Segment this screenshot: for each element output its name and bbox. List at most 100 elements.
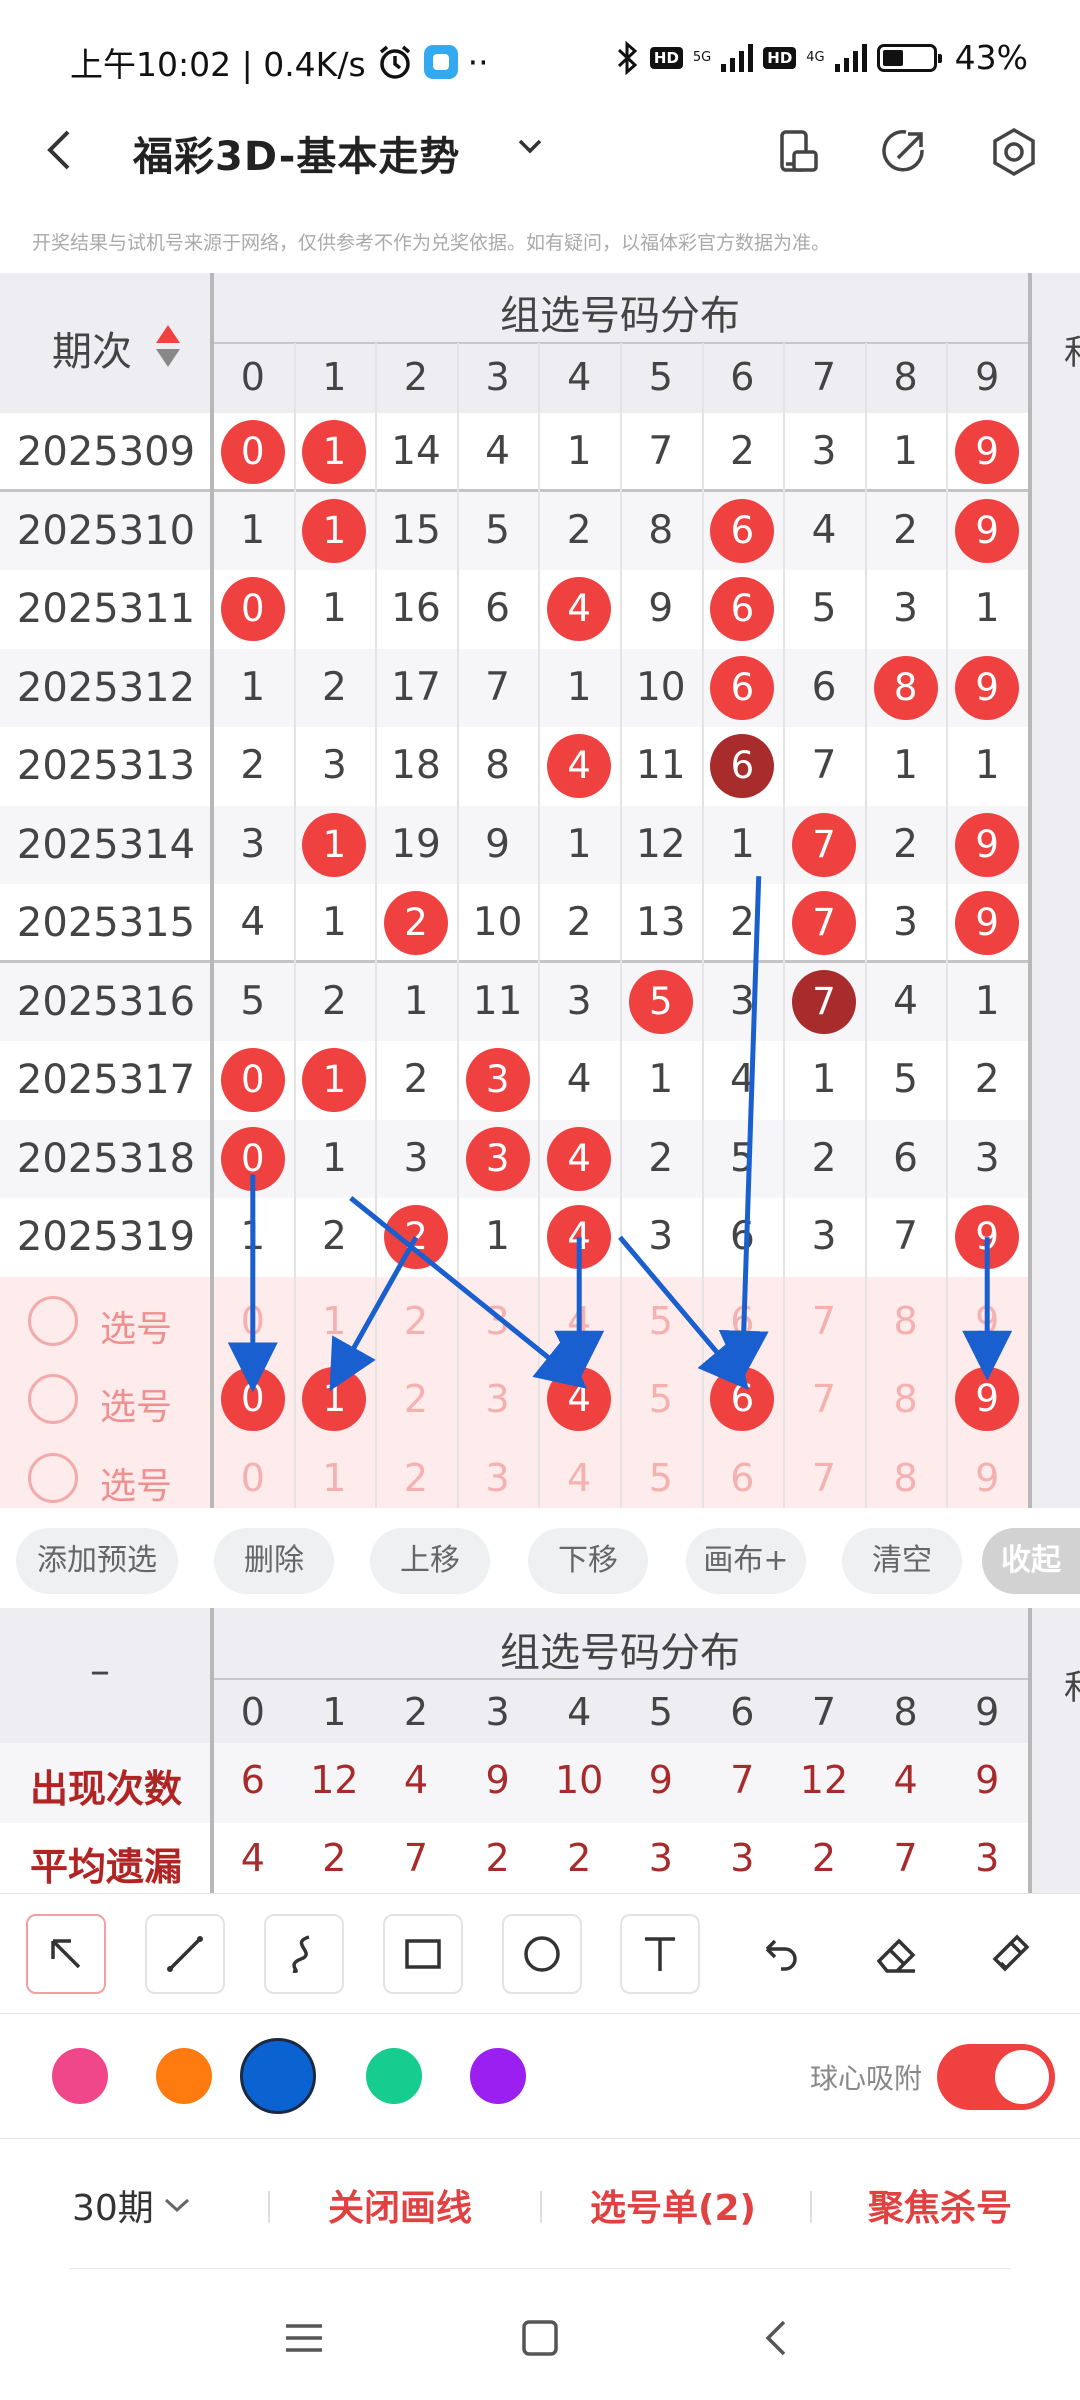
color-swatch[interactable] (240, 2038, 316, 2114)
stats-next-column-stub (1032, 1608, 1080, 1893)
stats-value: 10 (555, 1758, 604, 1802)
selection-toolbar: 添加预选 删除 上移 下移 画布+ 清空 收起 (0, 1508, 1080, 1608)
undo-icon (765, 1939, 797, 1971)
period-count-select[interactable]: 30期 (72, 2179, 194, 2231)
home-icon (522, 2320, 558, 2356)
undo-button[interactable] (738, 1914, 818, 1994)
stats-value: 4 (240, 1836, 265, 1880)
menu-icon (286, 2324, 322, 2352)
text-tool-icon (645, 1937, 675, 1971)
period-count-value: 30期 (72, 2188, 154, 2229)
title-dropdown[interactable] (512, 128, 548, 173)
clear-drawing-button[interactable] (972, 1914, 1052, 1994)
toolbar-button-4[interactable]: 画布+ (686, 1528, 806, 1594)
color-swatch[interactable] (52, 2048, 108, 2104)
line-tool-button[interactable] (145, 1914, 225, 1994)
stats-value: 9 (975, 1758, 1000, 1802)
alarm-icon (379, 45, 410, 79)
drawing-toolbar (0, 1893, 1080, 2013)
signal-icon (834, 43, 867, 72)
rectangle-tool-icon (405, 1939, 441, 1969)
color-swatch[interactable] (470, 2048, 526, 2104)
stats-digit-header: 8 (893, 1690, 918, 1734)
share-icon (882, 130, 924, 172)
eraser-button[interactable] (856, 1914, 936, 1994)
toolbar-button-3[interactable]: 下移 (528, 1528, 648, 1594)
text-tool-button[interactable] (620, 1914, 700, 1994)
stats-value: 6 (240, 1758, 265, 1802)
stats-value: 12 (799, 1758, 849, 1802)
bluetooth-icon (617, 40, 638, 75)
chevron-left-icon (47, 130, 70, 170)
home-button[interactable] (510, 2308, 570, 2368)
toolbar-button-5[interactable]: 清空 (842, 1528, 962, 1594)
curve-tool-icon (292, 1935, 310, 1974)
stats-header-divider (212, 1678, 1028, 1680)
rectangle-tool-button[interactable] (383, 1914, 463, 1994)
battery-level (882, 49, 904, 66)
stats-value: 12 (310, 1758, 359, 1802)
signal-icon (721, 43, 754, 72)
color-swatch[interactable] (156, 2048, 212, 2104)
stats-digit-header: 1 (322, 1690, 347, 1734)
stats-value: 4 (893, 1758, 918, 1802)
more-notifications: ·· (467, 42, 489, 82)
stats-value: 2 (567, 1836, 592, 1880)
stats-digit-header: 7 (811, 1690, 837, 1734)
status-time: 上午10:02 | 0.4K/s (70, 45, 366, 84)
eraser-icon (876, 1938, 916, 1973)
selection-list-button[interactable]: 选号单(2) (590, 2179, 756, 2231)
stats-value: 7 (730, 1758, 755, 1802)
chevron-down-icon (164, 2198, 189, 2213)
stats-digit-header: 6 (730, 1690, 755, 1734)
close-lines-button[interactable]: 关闭画线 (328, 2179, 472, 2231)
drawn-arrow[interactable] (618, 1235, 749, 1391)
stats-value: 9 (485, 1758, 510, 1802)
settings-icon (993, 127, 1035, 177)
snap-toggle[interactable] (937, 2044, 1055, 2110)
toolbar-button-2[interactable]: 上移 (370, 1528, 490, 1594)
focus-kill-button[interactable]: 聚焦杀号 (868, 2179, 1012, 2231)
color-swatch[interactable] (366, 2048, 422, 2104)
drawn-arrow[interactable] (718, 876, 769, 1381)
stats-digit-header: 3 (485, 1690, 510, 1734)
separator (540, 2191, 542, 2223)
network-type: 5G (692, 49, 712, 65)
status-bar: 上午10:02 | 0.4K/s ·· HD 5G HD 4G 43% (0, 0, 1080, 120)
hd-badge: HD (649, 46, 683, 69)
app-notification-icon (423, 45, 458, 79)
circle-tool-button[interactable] (502, 1914, 582, 1994)
stats-row-label: 出现次数 (29, 1767, 182, 1811)
settings-button[interactable] (986, 124, 1042, 180)
hd-badge: HD (763, 46, 797, 69)
stats-value: 3 (648, 1836, 673, 1880)
trend-grid[interactable]: 和 期次 组选号码分布 0123456789202530901144172319… (0, 273, 1080, 1508)
nav-divider (70, 2268, 1010, 2269)
toolbar-button-0[interactable]: 添加预选 (16, 1528, 178, 1594)
battery-percent: 43% (954, 38, 1028, 77)
pointer-tool-button[interactable] (26, 1914, 106, 1994)
nav-back-button[interactable] (748, 2308, 808, 2368)
back-button[interactable] (38, 120, 98, 180)
chevron-down-icon (518, 139, 542, 154)
network-type: 4G (806, 49, 825, 65)
drawn-arrows[interactable] (0, 273, 1080, 1508)
menu-button[interactable] (274, 2308, 334, 2368)
stats-right-divider (1028, 1608, 1032, 1893)
toolbar-button-1[interactable]: 删除 (214, 1528, 334, 1594)
snap-label: 球心吸附 (810, 2062, 923, 2095)
drawn-arrow[interactable] (329, 1236, 419, 1392)
device-button[interactable] (772, 124, 828, 180)
page-title[interactable]: 福彩3D-基本走势 (133, 124, 460, 182)
curve-tool-button[interactable] (264, 1914, 344, 1994)
stats-value: 2 (811, 1836, 837, 1880)
bottom-action-bar: 30期 关闭画线 选号单(2) 聚焦杀号 (0, 2138, 1080, 2268)
stats-digit-header: 2 (403, 1690, 429, 1734)
stats-value: 3 (730, 1836, 755, 1880)
stats-value: 9 (648, 1758, 673, 1802)
stats-digit-header: 5 (648, 1690, 673, 1734)
collapse-button[interactable]: 收起 (982, 1528, 1080, 1594)
share-button[interactable] (876, 124, 932, 180)
toggle-knob (995, 2050, 1049, 2104)
back-icon (765, 2320, 786, 2356)
